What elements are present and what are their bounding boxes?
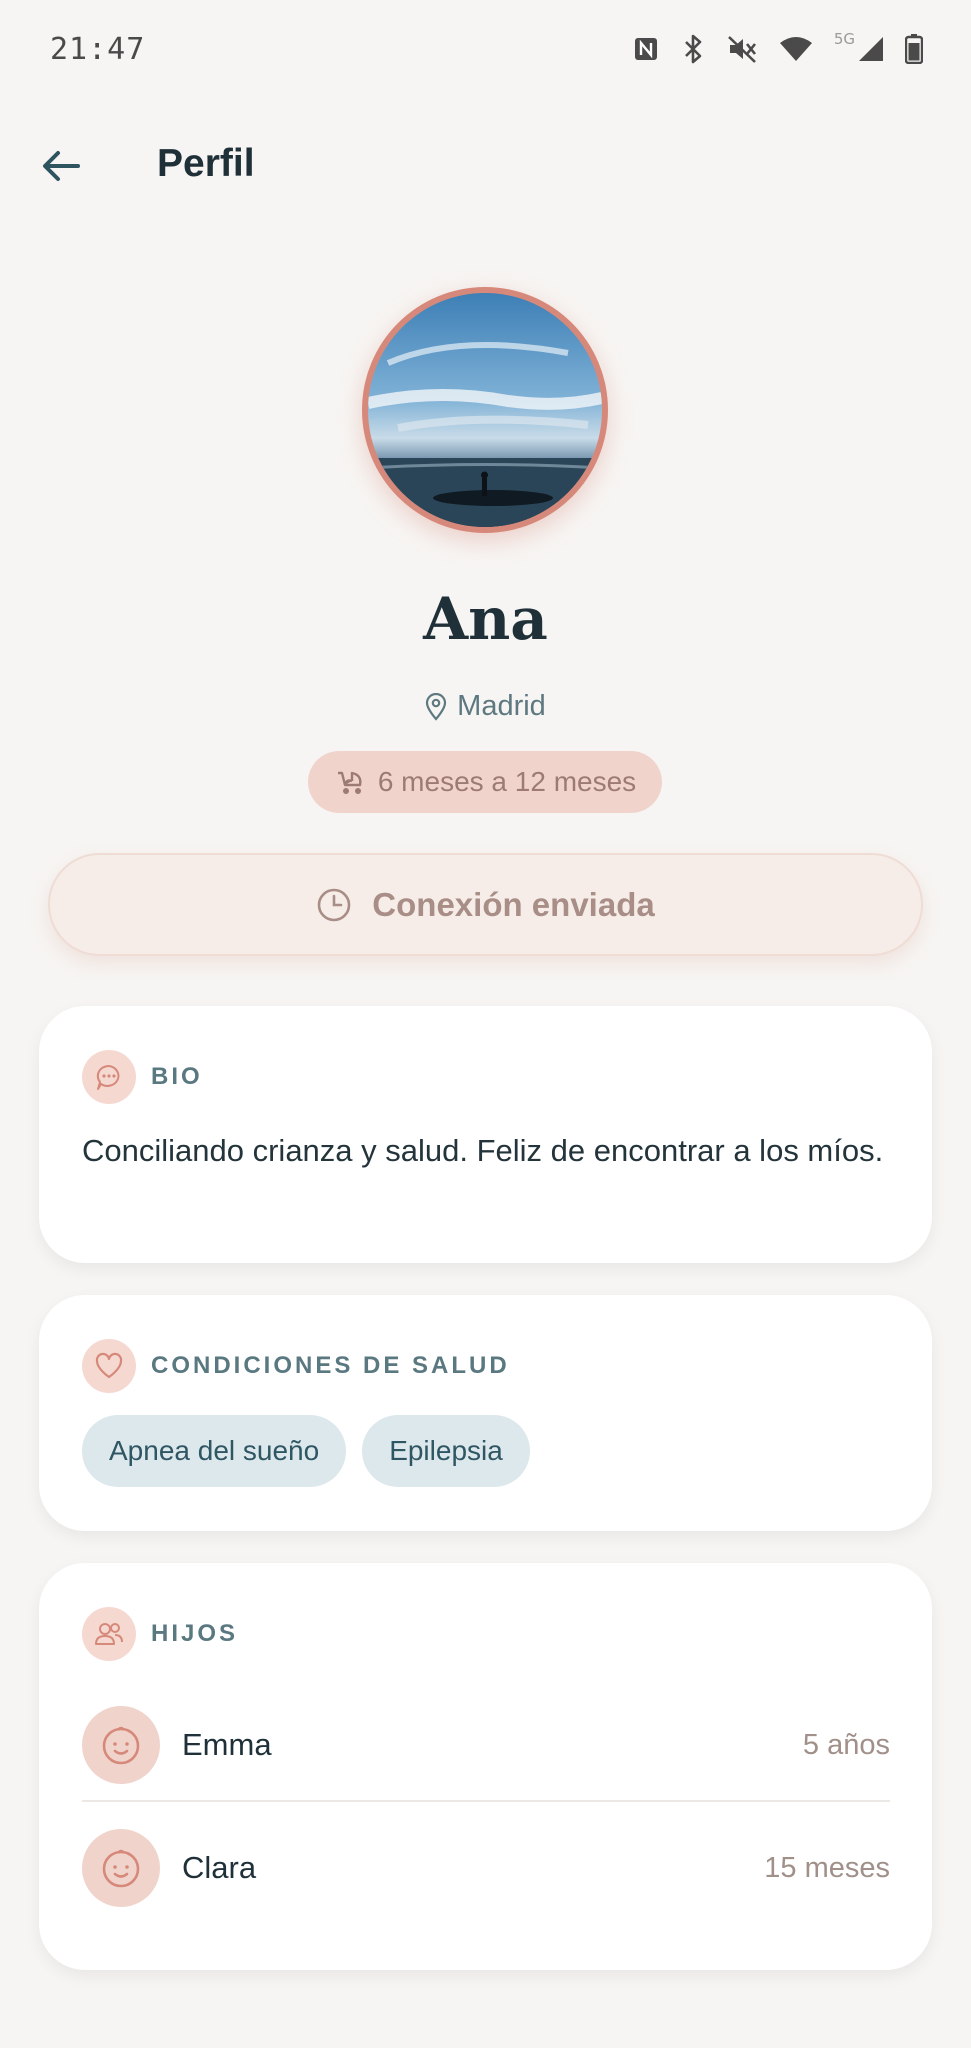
status-time: 21:47 (50, 32, 146, 67)
baby-face-icon (82, 1706, 160, 1784)
back-button[interactable] (38, 142, 86, 190)
children-header: HIJOS (82, 1607, 238, 1661)
health-tag: Apnea del sueño (82, 1415, 347, 1487)
children-card: HIJOS Emma 5 años Clara 15 meses (39, 1563, 932, 1970)
profile-avatar (362, 287, 608, 533)
age-range-text: 6 meses a 12 meses (377, 766, 637, 797)
child-age: 15 meses (764, 1851, 890, 1884)
child-row: Emma 5 años (82, 1705, 890, 1785)
bluetooth-icon (680, 34, 706, 64)
signal-icon (857, 35, 885, 63)
health-conditions-card: CONDICIONES DE SALUD Apnea del sueño Epi… (39, 1295, 932, 1531)
bio-header: BIO (82, 1050, 203, 1104)
connection-sent-button[interactable]: Conexión enviada (48, 853, 923, 956)
page-title: Perfil (157, 142, 255, 185)
child-name: Clara (182, 1850, 257, 1885)
connection-label: Conexión enviada (372, 885, 655, 923)
nfc-icon (632, 35, 660, 63)
map-pin-icon (426, 692, 447, 721)
status-bar: 21:47 5G (0, 0, 971, 100)
status-icons: 5G (632, 30, 923, 64)
bio-text: Conciliando crianza y salud. Feliz de en… (82, 1133, 884, 1168)
bio-label: BIO (151, 1063, 203, 1090)
child-age-range-badge: 6 meses a 12 meses (308, 751, 662, 813)
baby-face-icon (82, 1829, 160, 1907)
heart-icon (82, 1339, 136, 1393)
mute-icon (726, 34, 758, 64)
health-tag: Epilepsia (362, 1415, 530, 1487)
child-age: 5 años (802, 1728, 890, 1761)
profile-name: Ana (423, 585, 548, 653)
health-tags: Apnea del sueño Epilepsia (82, 1415, 530, 1487)
clock-icon (317, 888, 351, 921)
battery-icon (905, 34, 923, 64)
wifi-icon (778, 35, 814, 63)
divider (82, 1800, 890, 1802)
people-icon (82, 1607, 136, 1661)
stroller-icon (337, 771, 362, 794)
avatar-photo (368, 293, 602, 527)
profile-location: Madrid (0, 690, 971, 723)
child-row: Clara 15 meses (82, 1828, 890, 1908)
location-text: Madrid (457, 690, 546, 722)
app-bar: Perfil (0, 130, 971, 200)
bio-card: BIO Conciliando crianza y salud. Feliz d… (39, 1006, 932, 1263)
chat-bubble-icon (82, 1050, 136, 1104)
health-header: CONDICIONES DE SALUD (82, 1339, 510, 1393)
network-type: 5G (833, 30, 855, 48)
arrow-left-icon (43, 151, 80, 181)
child-name: Emma (182, 1727, 272, 1762)
children-label: HIJOS (151, 1620, 239, 1647)
health-label: CONDICIONES DE SALUD (151, 1352, 510, 1379)
